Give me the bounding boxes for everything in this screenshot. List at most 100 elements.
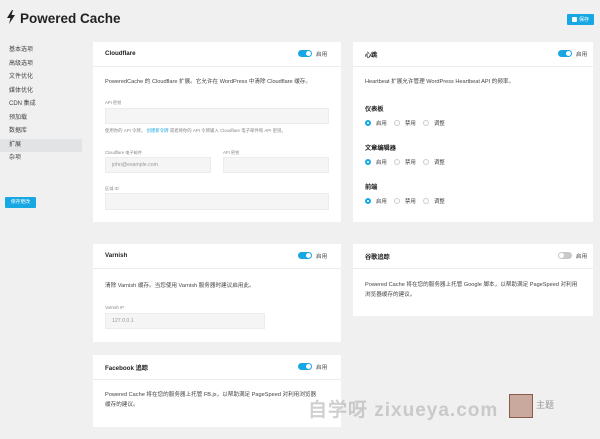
sidebar-item-basic[interactable]: 基本选项 [0,44,82,58]
heartbeat-toggle[interactable] [558,50,572,57]
facebook-tracking-description-line1: Powered Cache 将在您的服务器上托管 FB.js，以帮助满足 Pag… [105,392,317,398]
radio-label: 启用 [376,199,387,205]
cloudflare-card: Cloudflare 启用 PoweredCache 的 Cloudflare … [93,42,341,222]
settings-sidebar: 基本选项 高级选项 文件优化 媒体优化 CDN 集成 预加载 数据库 扩展 杂项 [0,44,82,166]
create-token-link[interactable]: 创建新令牌 [147,128,169,133]
api-key-input[interactable] [223,157,329,173]
watermark-stamp [509,394,533,418]
sidebar-item-media-optimization[interactable]: 媒体优化 [0,85,82,99]
header-save-label: 保存 [578,17,589,23]
google-tracking-title: 谷歌追踪 [365,254,390,261]
cloudflare-email-input[interactable]: john@example.com [105,157,211,173]
facebook-tracking-toggle[interactable] [298,363,312,370]
varnish-ip-value: 127.0.0.1 [112,318,134,324]
sidebar-item-file-optimization[interactable]: 文件优化 [0,71,82,85]
facebook-tracking-title: Facebook 追踪 [105,365,148,372]
api-token-hint: 使用你的 API 令牌。 创建新令牌 或者将你的 API 令牌输入 Cloudf… [105,128,337,134]
api-token-hint-after: 或者将你的 API 令牌输入 Cloudflare 电子邮件和 API 密钥。 [169,128,286,133]
varnish-card: Varnish 启用 清除 Varnish 缓存。当您使用 Varnish 服务… [93,244,341,342]
radio-label: 启用 [376,121,387,127]
radio-option[interactable]: 禁用 [394,197,423,205]
card-divider [93,268,341,269]
google-tracking-description-line2: 浏览器缓存的建议。 [365,292,416,298]
google-tracking-description-line1: Powered Cache 将在您的服务器上托管 Google 脚本，以帮助满足… [365,282,578,288]
radio-option[interactable]: 禁用 [394,119,423,127]
heartbeat-card: 心跳 启用 Heartbeat 扩展允许管理 WordPress Heartbe… [353,42,593,222]
varnish-toggle-label: 启用 [316,254,328,260]
api-key-label: API 密钥 [223,150,240,155]
heartbeat-toggle-label: 启用 [576,52,588,58]
varnish-toggle[interactable] [298,252,312,259]
dashboard-radio-group: 启用 禁用 调整 [365,119,452,127]
site-watermark: 自学呀 zixueya.com [308,400,499,421]
card-divider [93,379,341,380]
radio-option[interactable]: 调整 [423,119,452,127]
radio-label: 禁用 [405,121,416,127]
radio-label: 禁用 [405,199,416,205]
card-divider [353,66,593,67]
cloudflare-description: PoweredCache 的 Cloudflare 扩展。它允许在 WordPr… [105,79,311,85]
radio-option[interactable]: 调整 [423,158,452,166]
zone-id-input[interactable] [105,193,329,210]
sidebar-item-advanced[interactable]: 高级选项 [0,58,82,72]
radio-button[interactable] [365,159,371,165]
frontend-section-title: 前端 [365,184,378,191]
varnish-title: Varnish [105,252,128,259]
varnish-description: 清除 Varnish 缓存。当您使用 Varnish 服务器时建议启用此。 [105,283,255,289]
google-tracking-toggle-label: 启用 [576,254,588,260]
heartbeat-description: Heartbeat 扩展允许管理 WordPress Heartbeat API… [365,79,515,85]
radio-label: 调整 [434,199,445,205]
top-header: Powered Cache 保存 [0,0,600,40]
card-divider [353,268,593,269]
sidebar-item-extensions[interactable]: 扩展 [0,138,82,152]
cloudflare-toggle[interactable] [298,50,312,57]
app-title: Powered Cache [20,11,121,26]
varnish-ip-label: Varnish IP [105,305,125,310]
radio-option[interactable]: 启用 [365,158,394,166]
radio-button[interactable] [394,120,400,126]
zone-id-label: 区域 ID [105,186,119,191]
radio-label: 启用 [376,160,387,166]
varnish-ip-input[interactable]: 127.0.0.1 [105,313,265,329]
radio-option[interactable]: 启用 [365,119,394,127]
dashboard-section-title: 仪表板 [365,106,384,113]
frontend-radio-group: 启用 禁用 调整 [365,197,452,205]
radio-button[interactable] [394,198,400,204]
facebook-tracking-card: Facebook 追踪 启用 Powered Cache 将在您的服务器上托管 … [93,355,341,427]
radio-button[interactable] [423,120,429,126]
radio-option[interactable]: 启用 [365,197,394,205]
email-placeholder: john@example.com [112,162,158,168]
sidebar-item-preload[interactable]: 预加载 [0,112,82,126]
post-editor-radio-group: 启用 禁用 调整 [365,158,452,166]
radio-button[interactable] [365,198,371,204]
google-tracking-toggle[interactable] [558,252,572,259]
post-editor-section-title: 文章编辑器 [365,145,396,152]
radio-button[interactable] [423,159,429,165]
heartbeat-title: 心跳 [365,52,378,59]
watermark-stamp-text: 主题 [536,401,555,411]
sidebar-save-button[interactable]: 保存更改 [5,197,36,208]
radio-label: 调整 [434,121,445,127]
lightning-bolt-icon [7,10,15,24]
sidebar-item-database[interactable]: 数据库 [0,125,82,139]
facebook-tracking-toggle-label: 启用 [316,365,328,371]
sidebar-item-misc[interactable]: 杂项 [0,152,82,166]
radio-button[interactable] [394,159,400,165]
cloudflare-title: Cloudflare [105,50,136,57]
save-icon [571,17,577,22]
facebook-tracking-description: Powered Cache 将在您的服务器上托管 FB.js，以帮助满足 Pag… [105,390,339,410]
api-token-input[interactable] [105,108,329,124]
sidebar-item-cdn[interactable]: CDN 集成 [0,98,82,112]
radio-option[interactable]: 调整 [423,197,452,205]
google-tracking-card: 谷歌追踪 启用 Powered Cache 将在您的服务器上托管 Google … [353,244,593,316]
header-save-button[interactable]: 保存 [567,14,594,25]
facebook-tracking-description-line2: 缓存的建议。 [105,402,139,408]
api-token-hint-before: 使用你的 API 令牌。 [105,128,146,133]
radio-label: 调整 [434,160,445,166]
radio-label: 禁用 [405,160,416,166]
cloudflare-toggle-label: 启用 [316,52,328,58]
radio-button[interactable] [423,198,429,204]
radio-option[interactable]: 禁用 [394,158,423,166]
radio-button[interactable] [365,120,371,126]
google-tracking-description: Powered Cache 将在您的服务器上托管 Google 脚本，以帮助满足… [365,280,591,300]
